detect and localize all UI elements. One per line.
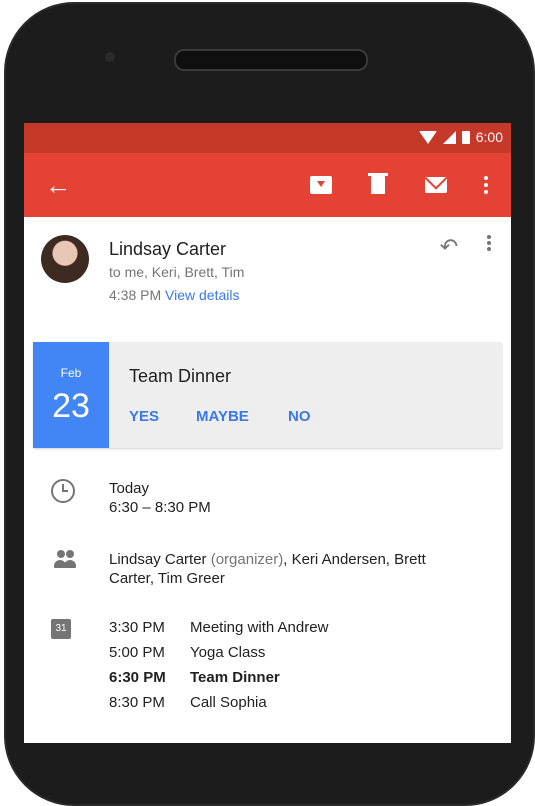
calendar-icon: 31	[51, 619, 79, 647]
event-day: 23	[52, 387, 90, 425]
status-time: 6:00	[475, 129, 503, 145]
rsvp-maybe-button[interactable]: MAYBE	[196, 408, 249, 425]
agenda-time: 3:30 PM	[109, 619, 165, 636]
agenda-item: 5:00 PM Yoga Class	[109, 644, 328, 669]
signal-icon	[442, 130, 456, 144]
agenda-item: 3:30 PM Meeting with Andrew	[109, 619, 328, 644]
agenda-list: 3:30 PM Meeting with Andrew 5:00 PM Yoga…	[109, 619, 328, 719]
app-bar: ←	[24, 153, 511, 217]
message-time: 4:38 PM	[109, 287, 162, 303]
status-icons: 6:00	[418, 129, 503, 145]
mail-icon	[425, 177, 447, 193]
battery-icon	[461, 130, 470, 144]
rsvp-no-button[interactable]: NO	[288, 408, 311, 425]
recipients[interactable]: to me, Keri, Brett, Tim	[109, 264, 244, 280]
agenda-item: 8:30 PM Call Sophia	[109, 694, 328, 719]
agenda-time: 6:30 PM	[109, 669, 166, 686]
wifi-icon	[418, 130, 437, 144]
event-month: Feb	[60, 366, 82, 380]
agenda-title: Meeting with Andrew	[190, 619, 329, 636]
people-icon	[51, 550, 79, 578]
event-time-text: Today 6:30 – 8:30 PM	[109, 479, 211, 517]
back-button[interactable]: ←	[38, 153, 78, 217]
front-camera	[105, 52, 115, 62]
event-card[interactable]: Feb 23 Team Dinner YES MAYBE NO	[33, 342, 502, 448]
status-bar: 6:00	[24, 123, 511, 153]
phone-frame: 6:00 ← Lindsay Carter to me, Keri, Brett…	[0, 0, 535, 806]
agenda-title: Team Dinner	[190, 669, 280, 686]
message-header: Lindsay Carter to me, Keri, Brett, Tim 4…	[24, 217, 511, 327]
arrow-back-icon: ←	[45, 169, 71, 200]
agenda-title: Yoga Class	[190, 644, 266, 661]
agenda-time: 5:00 PM	[109, 644, 165, 661]
archive-icon	[310, 176, 332, 194]
organizer-label: (organizer)	[210, 551, 284, 568]
rsvp-yes-button[interactable]: YES	[129, 408, 159, 425]
earpiece-speaker	[174, 49, 368, 71]
event-time-range: 6:30 – 8:30 PM	[109, 499, 211, 516]
event-date-tile: Feb 23	[33, 342, 109, 448]
delete-icon	[368, 173, 388, 194]
event-day-label: Today	[109, 480, 150, 497]
clock-icon	[51, 479, 79, 507]
delete-button[interactable]	[358, 153, 398, 217]
more-vert-icon[interactable]	[487, 241, 491, 245]
agenda-item-current: 6:30 PM Team Dinner	[109, 669, 328, 694]
mail-button[interactable]	[416, 153, 456, 217]
screen: 6:00 ← Lindsay Carter to me, Keri, Brett…	[24, 123, 511, 743]
guest-list: Lindsay Carter (organizer), Keri Anderse…	[109, 550, 469, 588]
agenda-time: 8:30 PM	[109, 694, 165, 711]
event-title: Team Dinner	[129, 366, 232, 386]
message-time-line: 4:38 PM View details	[109, 287, 239, 303]
agenda-title: Call Sophia	[190, 694, 267, 711]
more-button[interactable]	[466, 153, 506, 217]
view-details-link[interactable]: View details	[165, 287, 239, 303]
sender-name: Lindsay Carter	[109, 239, 227, 259]
archive-button[interactable]	[301, 153, 341, 217]
reply-icon[interactable]: ↶	[437, 235, 461, 259]
more-vert-icon	[484, 183, 488, 187]
avatar[interactable]	[41, 235, 89, 283]
organizer-name: Lindsay Carter	[109, 551, 207, 568]
